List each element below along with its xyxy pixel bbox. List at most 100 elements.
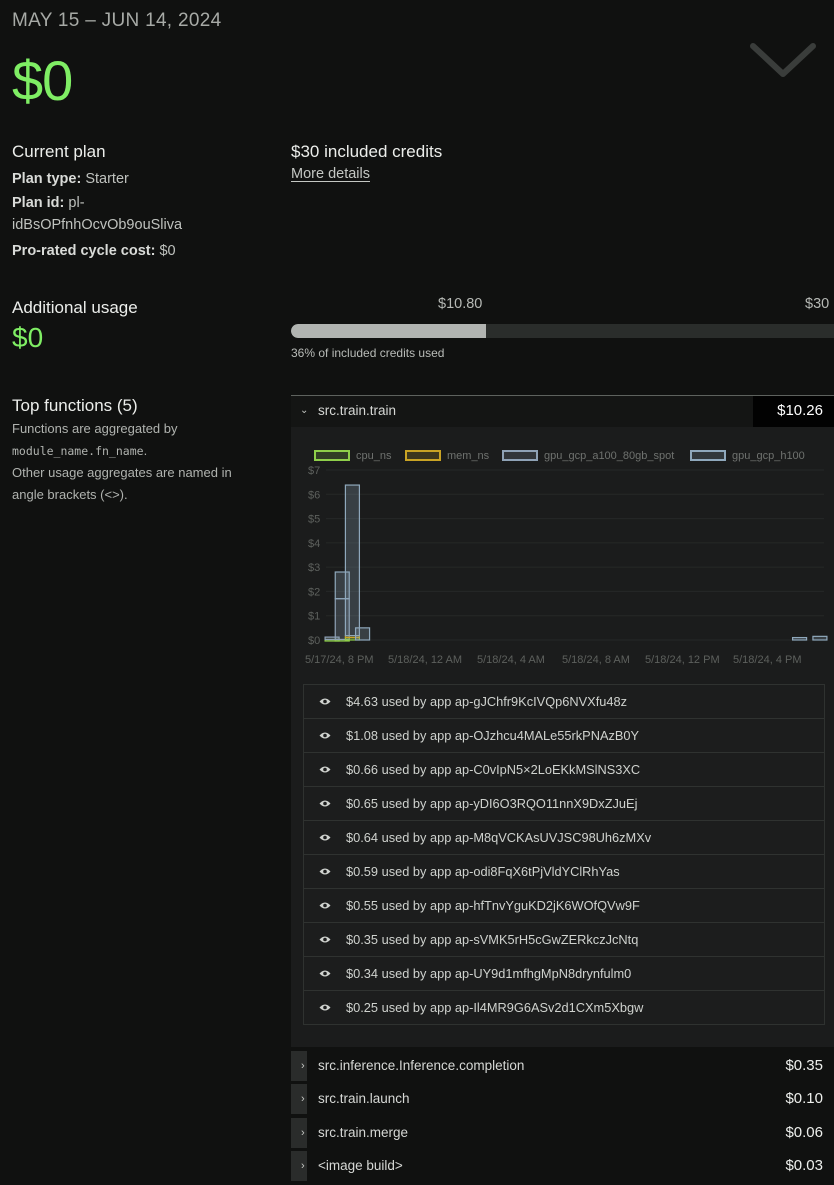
x-tick-label: 5/18/24, 8 AM — [562, 654, 630, 666]
app-usage-text: $0.34 used by app ap-UY9d1mfhgMpN8drynfu… — [346, 966, 632, 981]
function-detail-panel: cpu_ns mem_ns gpu_gcp_a100_80gb_spot gpu… — [291, 427, 834, 1047]
more-details-link[interactable]: More details — [291, 166, 370, 182]
plan-id-row: Plan id: pl- — [12, 191, 272, 215]
function-cost: $0.03 — [785, 1157, 823, 1174]
top-functions-desc-code: module_name.fn_name — [12, 444, 144, 458]
app-usage-text: $0.65 used by app ap-yDI6O3RQO11nnX9DxZJ… — [346, 796, 638, 811]
app-usage-row[interactable]: $0.59 used by app ap-odi8FqX6tPjVldYClRh… — [304, 855, 824, 889]
x-tick-label: 5/18/24, 12 AM — [388, 654, 462, 666]
eye-icon[interactable] — [319, 765, 331, 774]
y-tick-label: $5 — [308, 514, 320, 526]
app-usage-row[interactable]: $0.65 used by app ap-yDI6O3RQO11nnX9DxZJ… — [304, 787, 824, 821]
included-credits-heading: $30 included credits — [291, 142, 443, 161]
app-usage-row[interactable]: $4.63 used by app ap-gJChfr9KcIVQp6NVXfu… — [304, 685, 824, 719]
app-usage-text: $4.63 used by app ap-gJChfr9KcIVQp6NVXfu… — [346, 694, 627, 709]
y-tick-label: $0 — [308, 635, 320, 647]
app-usage-text: $1.08 used by app ap-OJzhcu4MALe55rkPNAz… — [346, 728, 640, 743]
app-usage-row[interactable]: $0.66 used by app ap-C0vIpN5×2LoEKkMSlNS… — [304, 753, 824, 787]
credits-total-marker: $30 — [805, 296, 830, 312]
function-row-expanded[interactable]: ⌄ src.train.train $10.26 — [291, 395, 834, 428]
credits-progress-caption: 36% of included credits used — [291, 346, 445, 360]
x-tick-label: 5/18/24, 4 PM — [733, 654, 802, 666]
chart-bar-gpu-gcp-h100 — [354, 627, 371, 641]
function-name: src.train.launch — [318, 1091, 410, 1106]
chevron-down-icon[interactable] — [748, 40, 818, 84]
function-name: src.train.train — [318, 403, 397, 418]
chevron-right-icon[interactable]: › — [301, 1084, 305, 1114]
app-usage-row[interactable]: $0.34 used by app ap-UY9d1mfhgMpN8drynfu… — [304, 957, 824, 991]
function-cost: $0.35 — [785, 1057, 823, 1074]
y-tick-label: $7 — [308, 465, 320, 477]
plan-id-label: Plan id: — [12, 195, 65, 211]
y-tick-label: $2 — [308, 586, 320, 598]
function-name: src.inference.Inference.completion — [318, 1058, 525, 1073]
credits-used-marker: $10.80 — [438, 296, 483, 312]
eye-icon[interactable] — [319, 833, 331, 842]
chart-bar-gpu-gcp-h100 — [344, 484, 361, 637]
plan-id-value-prefix: pl- — [68, 195, 85, 211]
eye-icon[interactable] — [319, 901, 331, 910]
function-cost: $10.26 — [753, 396, 834, 427]
top-functions-description: Functions are aggregated by module_name.… — [12, 418, 277, 506]
billing-period: MAY 15 – JUN 14, 2024 — [12, 10, 222, 31]
chart-bar-gpu-gcp-h100 — [791, 636, 808, 641]
app-usage-text: $0.59 used by app ap-odi8FqX6tPjVldYClRh… — [346, 864, 620, 879]
function-row-collapsed[interactable]: › <image build> $0.03 — [291, 1151, 834, 1181]
app-usage-text: $0.35 used by app ap-sVMK5rH5cGwZERkczJc… — [346, 932, 639, 947]
function-name: <image build> — [318, 1158, 403, 1173]
plan-type-label: Plan type: — [12, 171, 82, 187]
chevron-right-icon[interactable]: › — [301, 1118, 305, 1148]
usage-chart: $0 $1 $2 $3 $4 $5 $6 $7 5/17/24, 8 PM 5/18/24, 12… — [305, 465, 828, 666]
current-plan-heading: Current plan — [12, 142, 106, 161]
chevron-down-icon[interactable]: ⌄ — [300, 396, 308, 426]
function-row-collapsed[interactable]: › src.train.launch $0.10 — [291, 1084, 834, 1114]
chevron-right-icon[interactable]: › — [301, 1051, 305, 1081]
app-usage-text: $0.64 used by app ap-M8qVCKAsUVJSC98Uh6z… — [346, 830, 652, 845]
additional-usage-heading: Additional usage — [12, 298, 138, 317]
app-usage-row[interactable]: $0.35 used by app ap-sVMK5rH5cGwZERkczJc… — [304, 923, 824, 957]
plan-details: Plan type: Starter Plan id: pl- idBsOPfn… — [12, 167, 272, 263]
y-tick-label: $6 — [308, 489, 320, 501]
function-name: src.train.merge — [318, 1125, 409, 1140]
plan-type-row: Plan type: Starter — [12, 167, 272, 191]
credits-progress-fill — [291, 324, 487, 338]
top-functions-desc-line3: angle brackets (<>). — [12, 487, 128, 502]
function-row-collapsed[interactable]: › src.train.merge $0.06 — [291, 1118, 834, 1148]
app-usage-list: $4.63 used by app ap-gJChfr9KcIVQp6NVXfu… — [303, 684, 825, 1025]
y-tick-label: $1 — [308, 611, 320, 623]
app-usage-text: $0.55 used by app ap-hfTnvYguKD2jK6WOfQV… — [346, 898, 640, 913]
billing-total: $0 — [12, 49, 73, 112]
app-usage-text: $0.66 used by app ap-C0vIpN5×2LoEKkMSlNS… — [346, 762, 641, 777]
plan-id-value: idBsOPfnhOcvOb9ouSliva — [12, 217, 183, 233]
eye-icon[interactable] — [319, 867, 331, 876]
plan-cost-label: Pro-rated cycle cost: — [12, 243, 156, 259]
y-tick-label: $4 — [308, 538, 320, 550]
x-tick-label: 5/17/24, 8 PM — [305, 654, 374, 666]
eye-icon[interactable] — [319, 799, 331, 808]
function-cost: $0.06 — [785, 1124, 823, 1141]
eye-icon[interactable] — [319, 969, 331, 978]
chart-bar-gpu-gcp-h100 — [812, 635, 828, 641]
eye-icon[interactable] — [319, 697, 331, 706]
app-usage-row[interactable]: $1.08 used by app ap-OJzhcu4MALe55rkPNAz… — [304, 719, 824, 753]
function-cost: $0.10 — [785, 1090, 823, 1107]
app-usage-row[interactable]: $0.55 used by app ap-hfTnvYguKD2jK6WOfQV… — [304, 889, 824, 923]
eye-icon[interactable] — [319, 1003, 331, 1012]
x-tick-label: 5/18/24, 12 PM — [645, 654, 720, 666]
additional-usage-value: $0 — [12, 322, 44, 353]
top-functions-heading: Top functions (5) — [12, 396, 138, 415]
top-functions-desc-line2: Other usage aggregates are named in — [12, 465, 232, 480]
function-row-collapsed[interactable]: › src.inference.Inference.completion $0.35 — [291, 1051, 834, 1081]
top-functions-desc-dot: . — [143, 443, 148, 458]
x-tick-label: 5/18/24, 4 AM — [477, 654, 545, 666]
chevron-right-icon[interactable]: › — [301, 1151, 305, 1181]
eye-icon[interactable] — [319, 731, 331, 740]
eye-icon[interactable] — [319, 935, 331, 944]
plan-type-value: Starter — [85, 171, 129, 187]
top-functions-desc-line1: Functions are aggregated by — [12, 421, 178, 436]
app-usage-row[interactable]: $0.25 used by app ap-Il4MR9G6ASv2d1CXm5X… — [304, 991, 824, 1025]
app-usage-row[interactable]: $0.64 used by app ap-M8qVCKAsUVJSC98Uh6z… — [304, 821, 824, 855]
app-usage-text: $0.25 used by app ap-Il4MR9G6ASv2d1CXm5X… — [346, 1000, 644, 1015]
credits-progress-bar — [291, 324, 834, 338]
y-tick-label: $3 — [308, 562, 320, 574]
